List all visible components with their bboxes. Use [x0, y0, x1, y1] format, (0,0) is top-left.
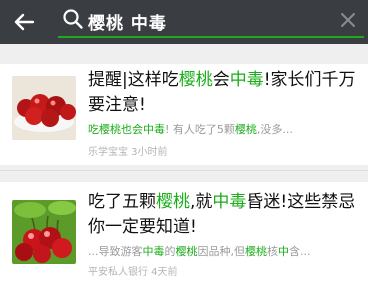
- result-source: 乐学宝宝 3小时前: [88, 147, 168, 158]
- cherries-bowl-image: [12, 76, 76, 140]
- result-snippet: 吃樱桃也会中毒! 有人吃了5颗樱桃,没多...: [88, 123, 293, 136]
- divider: [0, 170, 368, 171]
- back-arrow-icon[interactable]: [10, 8, 38, 36]
- search-icon: [63, 9, 83, 29]
- search-input[interactable]: [88, 6, 328, 36]
- search-result[interactable]: 提醒|这样吃樱桃会中毒!家长们千万要注意! 吃樱桃也会中毒! 有人吃了5颗樱桃,…: [0, 64, 368, 165]
- search-bar: [58, 6, 364, 36]
- result-source: 平安私人银行 4天前: [88, 267, 178, 278]
- cherries-cluster-image: [12, 200, 76, 264]
- result-title[interactable]: 提醒|这样吃樱桃会中毒!家长们千万要注意!: [88, 68, 358, 118]
- result-snippet: ...导致游客中毒的樱桃因品种,但樱桃核中含...: [88, 245, 311, 258]
- search-underline: [58, 36, 364, 38]
- search-result[interactable]: 吃了五颗樱桃,就中毒昏迷!这些禁忌你一定要知道! ...导致游客中毒的樱桃因品种…: [0, 182, 368, 290]
- clear-icon[interactable]: [338, 10, 358, 30]
- result-title[interactable]: 吃了五颗樱桃,就中毒昏迷!这些禁忌你一定要知道!: [88, 190, 358, 240]
- top-bar: [0, 0, 368, 44]
